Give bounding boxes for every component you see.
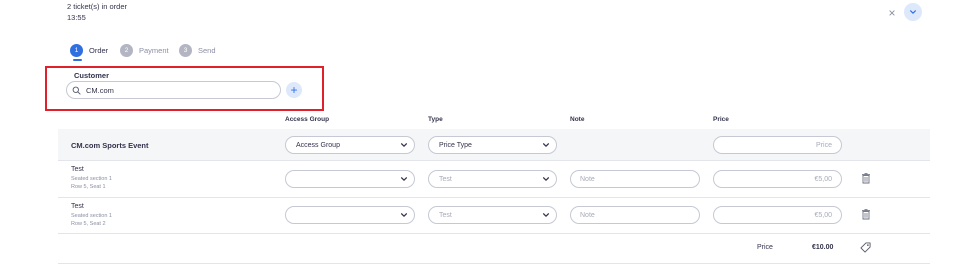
active-step-indicator	[73, 59, 82, 61]
trash-icon	[862, 173, 870, 184]
total-price-value: €10.00	[812, 244, 834, 251]
select-value: Price Type	[439, 141, 472, 149]
ticket-type-select[interactable]: Test	[428, 206, 557, 224]
search-icon	[72, 86, 81, 95]
ticket-type-select[interactable]: Test	[428, 170, 557, 188]
chevron-down-icon	[910, 10, 916, 14]
step-send[interactable]: 3 Send	[179, 43, 216, 57]
close-icon: ×	[888, 6, 896, 20]
step-number: 1	[70, 43, 83, 57]
row-divider	[58, 160, 930, 161]
ticket-section: Seated section 1	[71, 213, 112, 219]
step-number: 2	[120, 43, 133, 57]
close-button[interactable]: ×	[885, 6, 899, 20]
add-customer-button[interactable]: +	[286, 82, 302, 98]
delete-ticket-button[interactable]	[861, 209, 871, 220]
ticket-seat: Row 5, Seat 1	[71, 184, 106, 190]
ticket-access-group-select[interactable]	[285, 206, 415, 224]
collapse-button[interactable]	[904, 3, 922, 21]
event-type-select[interactable]: Price Type	[428, 136, 557, 154]
step-label: Send	[198, 45, 216, 55]
step-label: Payment	[139, 45, 169, 55]
discount-tag-button[interactable]	[860, 242, 871, 253]
row-divider	[58, 197, 930, 198]
order-time: 13:55	[67, 13, 86, 22]
event-name: CM.com Sports Event	[71, 141, 149, 150]
ticket-note-input[interactable]: Note	[570, 170, 700, 188]
select-value: Test	[439, 175, 452, 183]
ticket-note-input[interactable]: Note	[570, 206, 700, 224]
note-placeholder: Note	[580, 211, 595, 219]
chevron-down-icon	[400, 143, 408, 147]
row-divider	[58, 233, 930, 234]
price-value: €5,00	[814, 211, 832, 219]
event-price-input[interactable]: Price	[713, 136, 842, 154]
ticket-price-input[interactable]: €5,00	[713, 170, 842, 188]
delete-ticket-button[interactable]	[861, 173, 871, 184]
customer-label: Customer	[74, 71, 110, 80]
chevron-down-icon	[542, 213, 550, 217]
ticket-name: Test	[71, 203, 84, 210]
customer-search-input[interactable]: CM.com	[66, 81, 281, 99]
chevron-down-icon	[542, 177, 550, 181]
note-placeholder: Note	[580, 175, 595, 183]
tag-icon	[860, 242, 871, 253]
ticket-access-group-select[interactable]	[285, 170, 415, 188]
column-header-access-group: Access Group	[285, 116, 330, 123]
step-label: Order	[89, 45, 109, 55]
select-value: Test	[439, 211, 452, 219]
ticket-price-input[interactable]: €5,00	[713, 206, 842, 224]
price-value: €5,00	[814, 175, 832, 183]
chevron-down-icon	[542, 143, 550, 147]
ticket-count-text: 2 ticket(s) in order	[67, 2, 128, 11]
column-header-note: Note	[570, 116, 585, 123]
ticket-seat: Row 5, Seat 2	[71, 221, 106, 227]
step-number: 3	[179, 43, 192, 57]
select-value: Access Group	[296, 141, 340, 149]
total-price-label: Price	[757, 244, 773, 251]
event-access-group-select[interactable]: Access Group	[285, 136, 415, 154]
column-header-price: Price	[713, 116, 729, 123]
plus-icon: +	[290, 83, 298, 97]
row-divider	[58, 263, 930, 264]
step-order[interactable]: 1 Order	[70, 43, 108, 57]
chevron-down-icon	[400, 213, 408, 217]
column-header-type: Type	[428, 116, 443, 123]
price-placeholder: Price	[816, 141, 832, 149]
step-payment[interactable]: 2 Payment	[120, 43, 169, 57]
trash-icon	[862, 209, 870, 220]
chevron-down-icon	[400, 177, 408, 181]
ticket-name: Test	[71, 166, 84, 173]
customer-search-value: CM.com	[86, 85, 114, 95]
ticket-section: Seated section 1	[71, 176, 112, 182]
